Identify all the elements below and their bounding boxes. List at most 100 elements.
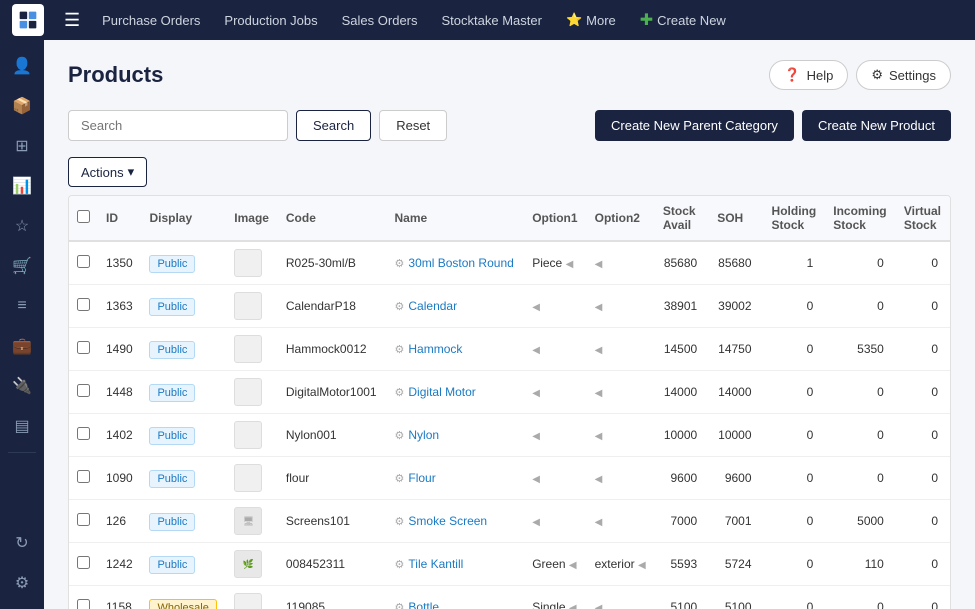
option1-chevron[interactable]: ◀: [569, 603, 577, 609]
option1-chevron[interactable]: ◀: [532, 517, 540, 528]
settings-button[interactable]: ⚙ Settings: [856, 60, 951, 90]
row-checkbox[interactable]: [77, 427, 90, 440]
row-checkbox-cell[interactable]: [69, 241, 98, 285]
cell-name[interactable]: ⚙ Nylon: [387, 414, 525, 457]
product-name-link[interactable]: ⚙ Flour: [395, 471, 517, 485]
select-all-header[interactable]: [69, 196, 98, 241]
product-name-link[interactable]: ⚙ 30ml Boston Round: [395, 256, 517, 270]
product-gear-icon[interactable]: ⚙: [395, 472, 405, 485]
row-checkbox-cell[interactable]: [69, 414, 98, 457]
search-button[interactable]: Search: [296, 110, 371, 141]
option2-chevron[interactable]: ◀: [595, 517, 603, 528]
row-checkbox-cell[interactable]: [69, 500, 98, 543]
product-gear-icon[interactable]: ⚙: [395, 558, 405, 571]
nav-purchase-orders[interactable]: Purchase Orders: [92, 9, 210, 32]
option1-chevron[interactable]: ◀: [532, 388, 540, 399]
table-row: 1402 Public Nylon001 ⚙ Nylon ◀ ◀ 10000 1…: [69, 414, 950, 457]
row-checkbox-cell[interactable]: [69, 328, 98, 371]
product-gear-icon[interactable]: ⚙: [395, 429, 405, 442]
nav-production-jobs[interactable]: Production Jobs: [214, 9, 327, 32]
reset-button[interactable]: Reset: [379, 110, 447, 141]
cell-virtual: 0: [896, 414, 950, 457]
nav-create-new[interactable]: ✚ Create New: [630, 6, 736, 34]
help-button[interactable]: ❓ Help: [769, 60, 848, 90]
product-name-link[interactable]: ⚙ Digital Motor: [395, 385, 517, 399]
product-gear-icon[interactable]: ⚙: [395, 343, 405, 356]
row-checkbox-cell[interactable]: [69, 543, 98, 586]
cell-name[interactable]: ⚙ Flour: [387, 457, 525, 500]
cell-name[interactable]: ⚙ Hammock: [387, 328, 525, 371]
option2-chevron[interactable]: ◀: [595, 388, 603, 399]
search-input[interactable]: [68, 110, 288, 141]
row-checkbox[interactable]: [77, 384, 90, 397]
product-gear-icon[interactable]: ⚙: [395, 386, 405, 399]
hamburger-button[interactable]: ☰: [56, 6, 88, 35]
nav-sales-orders[interactable]: Sales Orders: [332, 9, 428, 32]
product-gear-icon[interactable]: ⚙: [395, 515, 405, 528]
product-gear-icon[interactable]: ⚙: [395, 300, 405, 313]
option2-chevron[interactable]: ◀: [595, 302, 603, 313]
sidebar-box-icon[interactable]: 📦: [4, 88, 40, 124]
product-name-link[interactable]: ⚙ Hammock: [395, 342, 517, 356]
product-gear-icon[interactable]: ⚙: [395, 601, 405, 609]
sidebar-star-icon[interactable]: ☆: [4, 208, 40, 244]
cell-name[interactable]: ⚙ Bottle: [387, 586, 525, 609]
sidebar-plug-icon[interactable]: 🔌: [4, 368, 40, 404]
product-name-link[interactable]: ⚙ Smoke Screen: [395, 514, 517, 528]
nav-stocktake-master[interactable]: Stocktake Master: [432, 9, 552, 32]
product-name-link[interactable]: ⚙ Bottle: [395, 600, 517, 609]
sidebar-list-icon[interactable]: ≡: [4, 288, 40, 324]
row-checkbox[interactable]: [77, 255, 90, 268]
option2-chevron[interactable]: ◀: [595, 431, 603, 442]
row-checkbox[interactable]: [77, 599, 90, 609]
cell-holding: 0: [764, 457, 826, 500]
sidebar-refresh-icon[interactable]: ↻: [4, 525, 40, 561]
option1-chevron[interactable]: ◀: [532, 345, 540, 356]
cell-stock-avail: 85680: [655, 241, 709, 285]
sidebar-person-icon[interactable]: 👤: [4, 48, 40, 84]
product-gear-icon[interactable]: ⚙: [395, 257, 405, 270]
option1-chevron[interactable]: ◀: [532, 302, 540, 313]
cell-name[interactable]: ⚙ Smoke Screen: [387, 500, 525, 543]
app-logo[interactable]: [12, 4, 44, 36]
sidebar-grid-icon[interactable]: ⊞: [4, 128, 40, 164]
cell-code: CalendarP18: [278, 285, 387, 328]
option1-chevron[interactable]: ◀: [569, 560, 577, 571]
row-checkbox[interactable]: [77, 556, 90, 569]
display-badge: Public: [149, 298, 195, 316]
product-image: [234, 249, 262, 277]
cell-name[interactable]: ⚙ Digital Motor: [387, 371, 525, 414]
option1-chevron[interactable]: ◀: [532, 474, 540, 485]
cell-name[interactable]: ⚙ Calendar: [387, 285, 525, 328]
row-checkbox[interactable]: [77, 513, 90, 526]
actions-button[interactable]: Actions ▾: [68, 157, 147, 187]
option2-chevron[interactable]: ◀: [638, 560, 646, 571]
select-all-checkbox[interactable]: [77, 210, 90, 223]
sidebar-cart-icon[interactable]: 🛒: [4, 248, 40, 284]
option1-chevron[interactable]: ◀: [532, 431, 540, 442]
row-checkbox-cell[interactable]: [69, 371, 98, 414]
row-checkbox[interactable]: [77, 341, 90, 354]
product-name-link[interactable]: ⚙ Nylon: [395, 428, 517, 442]
create-product-button[interactable]: Create New Product: [802, 110, 951, 141]
option1-chevron[interactable]: ◀: [566, 259, 574, 270]
cell-name[interactable]: ⚙ Tile Kantill: [387, 543, 525, 586]
row-checkbox[interactable]: [77, 470, 90, 483]
nav-more[interactable]: ⭐ More: [556, 8, 626, 32]
product-name-link[interactable]: ⚙ Tile Kantill: [395, 557, 517, 571]
row-checkbox[interactable]: [77, 298, 90, 311]
row-checkbox-cell[interactable]: [69, 285, 98, 328]
product-name-link[interactable]: ⚙ Calendar: [395, 299, 517, 313]
row-checkbox-cell[interactable]: [69, 457, 98, 500]
sidebar-chart-icon[interactable]: 📊: [4, 168, 40, 204]
sidebar-briefcase-icon[interactable]: 💼: [4, 328, 40, 364]
row-checkbox-cell[interactable]: [69, 586, 98, 609]
option2-chevron[interactable]: ◀: [595, 603, 603, 609]
option2-chevron[interactable]: ◀: [595, 474, 603, 485]
option2-chevron[interactable]: ◀: [595, 259, 603, 270]
sidebar-layers-icon[interactable]: ▤: [4, 408, 40, 444]
sidebar-gear-icon[interactable]: ⚙: [4, 565, 40, 601]
option2-chevron[interactable]: ◀: [595, 345, 603, 356]
create-parent-category-button[interactable]: Create New Parent Category: [595, 110, 794, 141]
cell-name[interactable]: ⚙ 30ml Boston Round: [387, 241, 525, 285]
